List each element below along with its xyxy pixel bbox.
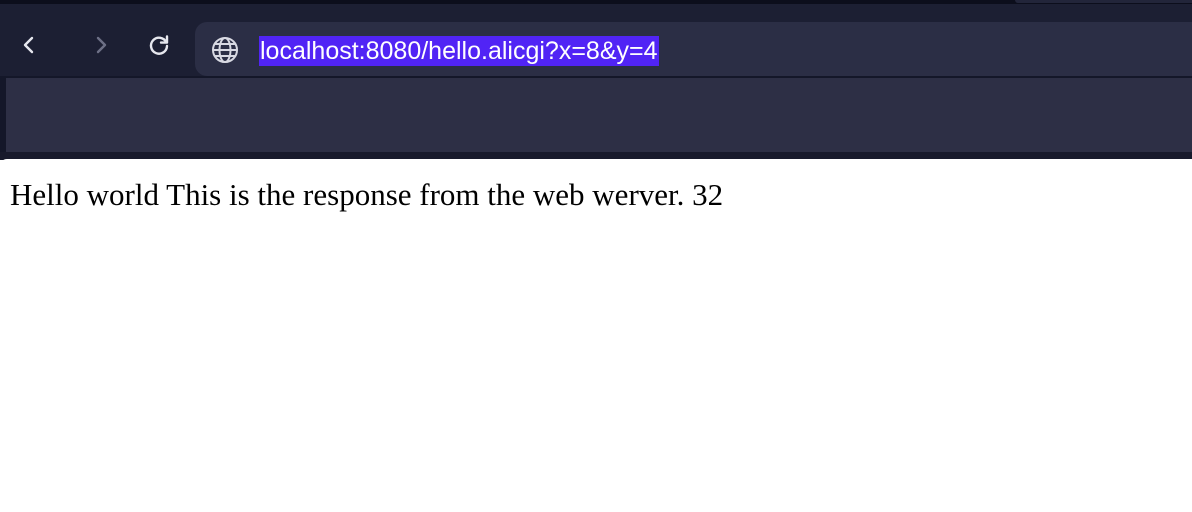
chevron-left-icon [23,36,34,54]
url-text[interactable]: localhost:8080/hello.alicgi?x=8&y=4 [259,36,659,66]
address-bar[interactable]: localhost:8080/hello.alicgi?x=8&y=4 [195,22,1192,76]
page-viewport: Hello world This is the response from th… [0,159,1192,512]
page-body-text: Hello world This is the response from th… [10,177,724,212]
chevron-right-icon [96,36,107,54]
bookmarks-bar [6,78,1192,152]
tab[interactable] [1015,0,1192,3]
browser-window: localhost:8080/hello.alicgi?x=8&y=4 Hell… [0,0,1192,512]
forward-button[interactable] [86,30,116,60]
reload-button[interactable] [144,30,174,60]
globe-icon [212,37,238,63]
browser-toolbar: localhost:8080/hello.alicgi?x=8&y=4 [0,4,1192,76]
browser-chrome: localhost:8080/hello.alicgi?x=8&y=4 [0,0,1192,160]
back-button[interactable] [14,30,44,60]
reload-icon [149,35,169,55]
